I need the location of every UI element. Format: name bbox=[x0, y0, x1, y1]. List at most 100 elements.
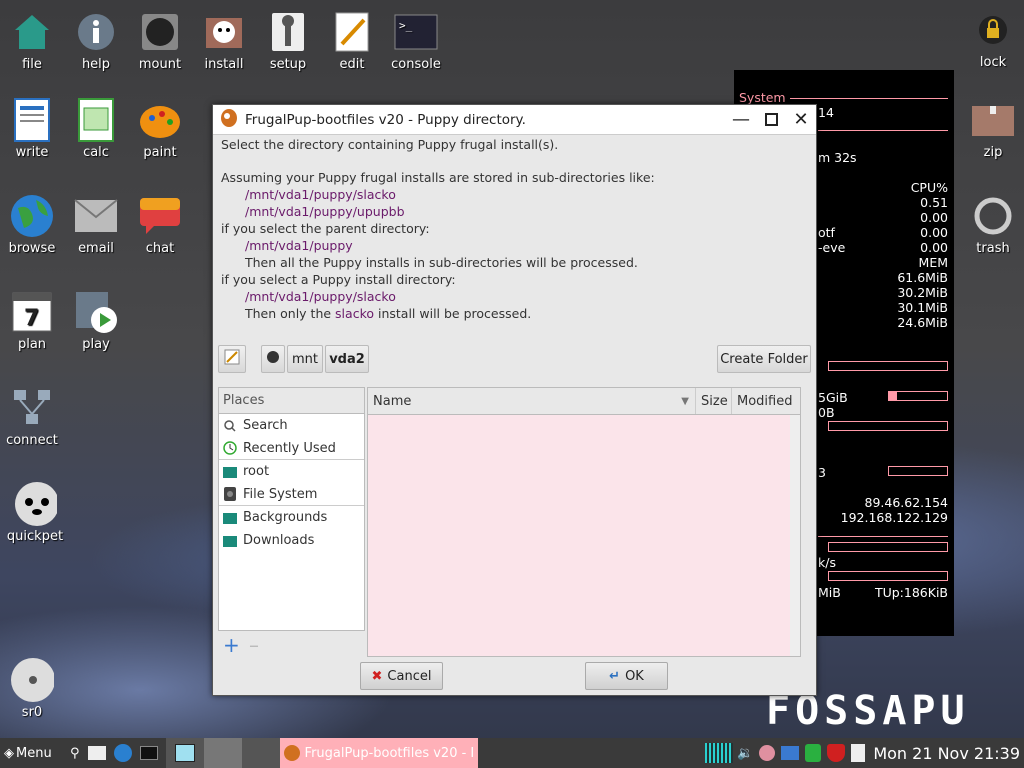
remove-place-button[interactable]: – bbox=[249, 633, 259, 657]
maximize-icon bbox=[764, 113, 778, 126]
desktop-icon-install[interactable]: install bbox=[192, 10, 256, 72]
shield-icon[interactable] bbox=[827, 744, 846, 762]
only-post: install will be processed. bbox=[374, 306, 532, 321]
terminal-icon[interactable] bbox=[139, 746, 158, 760]
mem-value: 30.2MiB bbox=[897, 285, 948, 300]
desktop-icon-help[interactable]: help bbox=[64, 10, 128, 72]
workspace-indicator bbox=[174, 744, 195, 762]
file-manager-icon[interactable] bbox=[87, 746, 106, 760]
place-root[interactable]: root bbox=[219, 460, 364, 483]
desktop-icon-label: email bbox=[78, 241, 114, 256]
lock-icon bbox=[971, 8, 1015, 52]
terminal-icon: >_ bbox=[394, 10, 438, 54]
place-search[interactable]: Search bbox=[219, 414, 364, 437]
globe-icon[interactable] bbox=[113, 744, 132, 762]
create-folder-button[interactable]: Create Folder bbox=[717, 345, 811, 373]
spreadsheet-icon bbox=[74, 98, 118, 142]
desktop-icon-plan[interactable]: 7 plan bbox=[0, 290, 64, 352]
desktop-icon-connect[interactable]: connect bbox=[0, 386, 64, 448]
scrollbar[interactable] bbox=[790, 415, 800, 656]
search-icon bbox=[223, 419, 237, 433]
maximize-button[interactable] bbox=[756, 105, 786, 135]
task-button-frugalpup[interactable]: FrugalPup-bootfiles v20 - I bbox=[279, 738, 478, 768]
minimize-button[interactable]: — bbox=[726, 105, 756, 135]
desktop-icon-lock[interactable]: lock bbox=[961, 8, 1024, 70]
desktop-icon-file[interactable]: file bbox=[0, 10, 64, 72]
close-icon: ✕ bbox=[793, 109, 809, 130]
desktop-icon-browse[interactable]: browse bbox=[0, 194, 64, 256]
optical-disc-icon bbox=[10, 658, 54, 702]
desktop-icon-write[interactable]: write bbox=[0, 98, 64, 160]
desktop-icon-mount[interactable]: mount bbox=[128, 10, 192, 72]
menu-button[interactable]: ◈ Menu bbox=[0, 746, 66, 761]
trash-icon bbox=[971, 194, 1015, 238]
place-label: Search bbox=[243, 418, 288, 433]
cancel-button[interactable]: ✖ Cancel bbox=[360, 662, 443, 690]
proc-name: -eve bbox=[818, 240, 846, 255]
ok-icon: ↵ bbox=[609, 668, 621, 684]
only-name: slacko bbox=[335, 306, 375, 321]
place-label: Backgrounds bbox=[243, 510, 328, 525]
media-player-icon bbox=[74, 290, 118, 334]
desktop-icon-label: browse bbox=[8, 241, 56, 256]
volume-icon[interactable]: 🔉 bbox=[737, 746, 753, 761]
places-panel: Places Search Recently Used root File Sy… bbox=[218, 387, 365, 631]
desktop-icon-calc[interactable]: calc bbox=[64, 98, 128, 160]
window-title: FrugalPup-bootfiles v20 - Puppy director… bbox=[245, 111, 526, 128]
ok-button[interactable]: ↵ OK bbox=[585, 662, 668, 690]
desktop-icon-label: connect bbox=[6, 433, 58, 448]
windows-icon[interactable] bbox=[781, 746, 800, 760]
close-button[interactable]: ✕ bbox=[786, 105, 816, 135]
plus-icon: + bbox=[223, 633, 240, 657]
desktop-icon-play[interactable]: play bbox=[64, 290, 128, 352]
edit-icon bbox=[330, 10, 374, 54]
crumb-button-active[interactable]: vda2 bbox=[325, 345, 369, 373]
drive-icon bbox=[266, 350, 280, 368]
desktop-icon-edit[interactable]: edit bbox=[320, 10, 384, 72]
add-place-button[interactable]: + bbox=[223, 633, 240, 657]
crumb-root-button[interactable] bbox=[261, 345, 285, 373]
calendar-icon: 7 bbox=[10, 290, 54, 334]
network-icon bbox=[10, 386, 54, 430]
workspace-1[interactable] bbox=[165, 738, 204, 768]
search-icon[interactable]: ⚲ bbox=[70, 746, 80, 761]
place-recent[interactable]: Recently Used bbox=[219, 437, 364, 460]
desktop-icon-paint[interactable]: paint bbox=[128, 98, 192, 160]
file-list[interactable]: Name ▼ Size Modified bbox=[367, 387, 801, 657]
audio-icon[interactable] bbox=[759, 745, 776, 761]
desktop-icon-email[interactable]: email bbox=[64, 194, 128, 256]
desktop-icon-setup[interactable]: setup bbox=[256, 10, 320, 72]
edit-icon bbox=[224, 349, 240, 369]
desktop-icon-console[interactable]: >_ console bbox=[384, 10, 448, 72]
database-icon[interactable] bbox=[805, 744, 822, 762]
puppy-box-icon bbox=[202, 10, 246, 54]
desktop-icon-sr0[interactable]: sr0 bbox=[0, 658, 64, 720]
only-processed-text: Then only the slacko install will be pro… bbox=[245, 306, 531, 321]
desktop-icon-trash[interactable]: trash bbox=[961, 194, 1024, 256]
place-label: Recently Used bbox=[243, 440, 336, 456]
desktop-icon-quickpet[interactable]: quickpet bbox=[3, 482, 67, 544]
instruction-text: Select the directory containing Puppy fr… bbox=[221, 137, 559, 152]
place-filesystem[interactable]: File System bbox=[219, 483, 364, 506]
place-backgrounds[interactable]: Backgrounds bbox=[219, 506, 364, 529]
column-modified[interactable]: Modified bbox=[732, 388, 798, 414]
place-label: File System bbox=[243, 486, 318, 502]
place-downloads[interactable]: Downloads bbox=[219, 529, 364, 552]
workspace-2[interactable] bbox=[203, 738, 242, 768]
desktop-icon-label: console bbox=[391, 57, 441, 72]
desktop-icon-chat[interactable]: chat bbox=[128, 194, 192, 256]
clipboard-icon[interactable] bbox=[851, 744, 866, 762]
workspace-3[interactable] bbox=[241, 738, 280, 768]
title-bar[interactable]: FrugalPup-bootfiles v20 - Puppy director… bbox=[213, 105, 816, 135]
column-name[interactable]: Name ▼ bbox=[368, 388, 696, 414]
puppy-menu-icon: ◈ bbox=[4, 745, 14, 761]
column-size[interactable]: Size bbox=[696, 388, 732, 414]
crumb-button[interactable]: mnt bbox=[287, 345, 323, 373]
type-path-button[interactable] bbox=[218, 345, 246, 373]
network-meter-icon[interactable] bbox=[705, 743, 734, 763]
desktop-icon-zip[interactable]: zip bbox=[961, 98, 1024, 160]
desktop-icon-label: file bbox=[22, 57, 42, 72]
mem-value: 61.6MiB bbox=[897, 270, 948, 285]
clock[interactable]: Mon 21 Nov 21:39 bbox=[873, 744, 1020, 763]
example-path: /mnt/vda1/puppy bbox=[245, 238, 353, 253]
